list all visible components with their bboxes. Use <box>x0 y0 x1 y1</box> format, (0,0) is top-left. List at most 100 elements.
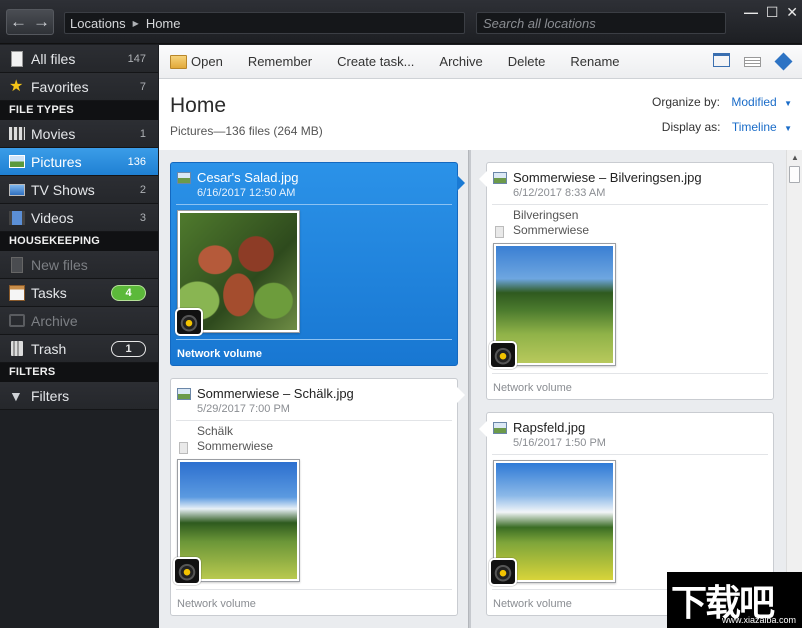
search-input[interactable]: Search all locations <box>476 12 726 34</box>
title-bar: ← → Locations ▶ Home Search all location… <box>0 0 802 44</box>
file-name: Sommerwiese – Bilveringsen.jpg <box>513 170 702 185</box>
file-name: Sommerwiese – Schälk.jpg <box>197 386 354 401</box>
create-task-label: Create task... <box>337 54 415 69</box>
file-card-selected[interactable]: Cesar's Salad.jpg 6/16/2017 12:50 AM Net… <box>170 162 465 366</box>
sidebar-item-label: Pictures <box>31 153 82 170</box>
archive-icon <box>9 314 25 327</box>
timeline-pointer-icon <box>457 175 465 191</box>
chevron-down-icon[interactable]: ▼ <box>784 99 792 108</box>
minimize-icon[interactable]: — <box>744 4 758 20</box>
scroll-up-icon[interactable]: ▲ <box>791 153 799 162</box>
breadcrumb-home[interactable]: Home <box>146 16 181 31</box>
sidebar-item-label: New files <box>31 256 88 273</box>
sidebar-item-archive[interactable]: Archive <box>0 307 158 335</box>
back-arrow-icon[interactable]: ← <box>10 12 27 32</box>
info-icon[interactable] <box>774 52 793 71</box>
create-task-button[interactable]: Create task... <box>337 54 414 69</box>
divider <box>176 589 452 590</box>
file-card[interactable]: Sommerwiese – Schälk.jpg 5/29/2017 7:00 … <box>170 378 465 616</box>
file-title: Sommerwiese – Schälk.jpg <box>177 386 354 401</box>
vertical-scrollbar[interactable]: ▲ <box>786 150 802 628</box>
sidebar-item-new-files[interactable]: New files <box>0 251 158 279</box>
count-badge: 3 <box>139 211 146 224</box>
sidebar-item-pictures[interactable]: Pictures 136 <box>0 148 158 176</box>
window-controls: — ☐ ✕ <box>740 1 802 23</box>
divider <box>492 204 768 205</box>
new-file-icon <box>11 256 23 273</box>
file-title: Sommerwiese – Bilveringsen.jpg <box>493 170 702 185</box>
file-location: Network volume <box>493 382 572 394</box>
organize-by-label: Organize by: <box>651 95 721 109</box>
rename-button[interactable]: Rename <box>570 54 619 69</box>
tasks-icon <box>9 284 25 301</box>
rename-label: Rename <box>570 54 620 69</box>
remember-label: Remember <box>247 54 313 69</box>
file-tags: Schälk Sommerwiese <box>197 424 273 454</box>
file-date: 5/29/2017 7:00 PM <box>197 403 290 415</box>
timeline-view: Cesar's Salad.jpg 6/16/2017 12:50 AM Net… <box>159 150 802 628</box>
sidebar-item-favorites[interactable]: ★ Favorites 7 <box>0 73 158 101</box>
sidebar-item-label: Favorites <box>31 78 89 95</box>
display-as-dropdown[interactable]: Timeline <box>732 120 777 134</box>
window-view-icon[interactable] <box>713 53 730 67</box>
tag: Sommerwiese <box>197 439 274 453</box>
delete-button[interactable]: Delete <box>508 54 546 69</box>
open-button[interactable]: Open <box>170 54 223 69</box>
breadcrumb-locations[interactable]: Locations <box>70 16 126 31</box>
sidebar-item-tv-shows[interactable]: TV Shows 2 <box>0 176 158 204</box>
close-icon[interactable]: ✕ <box>786 4 798 21</box>
sidebar-item-tasks[interactable]: Tasks 4 <box>0 279 158 307</box>
divider <box>176 204 452 205</box>
divider <box>176 339 452 340</box>
count-badge: 7 <box>139 80 146 93</box>
sidebar-item-all-files[interactable]: All files 147 <box>0 45 158 73</box>
watermark-logo: 下载吧 www.xiazaiba.com <box>667 572 802 628</box>
image-file-icon <box>177 387 191 400</box>
sidebar-item-label: Trash <box>31 340 67 357</box>
breadcrumb[interactable]: Locations ▶ Home <box>64 12 465 34</box>
toolbar: Open Remember Create task... Archive Del… <box>159 45 802 79</box>
forward-arrow-icon[interactable]: → <box>33 12 50 32</box>
sidebar-item-filters[interactable]: ▼ Filters <box>0 382 158 410</box>
info-card-icon[interactable] <box>744 57 761 67</box>
breadcrumb-separator-icon: ▶ <box>132 18 139 28</box>
sidebar-item-label: TV Shows <box>31 181 95 198</box>
sidebar-item-videos[interactable]: Videos 3 <box>0 204 158 232</box>
maximize-icon[interactable]: ☐ <box>766 4 779 21</box>
star-icon: ★ <box>9 77 24 95</box>
sidebar-item-trash[interactable]: Trash 1 <box>0 335 158 363</box>
sidebar-item-label: All files <box>31 50 76 67</box>
tv-icon <box>9 183 25 196</box>
file-location: Network volume <box>177 348 262 360</box>
file-date: 6/12/2017 8:33 AM <box>513 187 606 199</box>
count-badge: 2 <box>139 183 146 196</box>
file-title: Cesar's Salad.jpg <box>177 170 298 185</box>
watermark-url: www.xiazaiba.com <box>721 615 796 625</box>
section-heading-filters: FILTERS <box>0 363 158 382</box>
organize-by-dropdown[interactable]: Modified <box>731 95 776 109</box>
count-badge: 1 <box>139 127 146 140</box>
file-date: 5/16/2017 1:50 PM <box>513 437 606 449</box>
archive-button[interactable]: Archive <box>439 54 482 69</box>
file-name: Rapsfeld.jpg <box>513 420 586 435</box>
file-tags: Bilveringsen Sommerwiese <box>513 208 589 238</box>
divider <box>492 454 768 455</box>
chevron-down-icon[interactable]: ▼ <box>784 124 792 133</box>
film-icon <box>9 127 25 140</box>
tag-icon <box>495 226 504 238</box>
organize-by-row: Organize by: Modified ▼ <box>652 95 792 109</box>
sidebar-item-movies[interactable]: Movies 1 <box>0 120 158 148</box>
open-label: Open <box>191 54 223 69</box>
timeline-divider <box>468 150 471 628</box>
scroll-thumb[interactable] <box>789 166 800 183</box>
file-icon <box>11 50 23 67</box>
remember-button[interactable]: Remember <box>248 54 312 69</box>
camera-icon <box>173 557 201 585</box>
camera-icon <box>175 308 203 336</box>
funnel-icon: ▼ <box>9 387 23 404</box>
history-nav: ← → <box>6 9 54 35</box>
sidebar-item-label: Videos <box>31 209 74 226</box>
camera-icon <box>489 558 517 586</box>
camera-icon <box>489 341 517 369</box>
file-card[interactable]: Sommerwiese – Bilveringsen.jpg 6/12/2017… <box>478 162 774 400</box>
